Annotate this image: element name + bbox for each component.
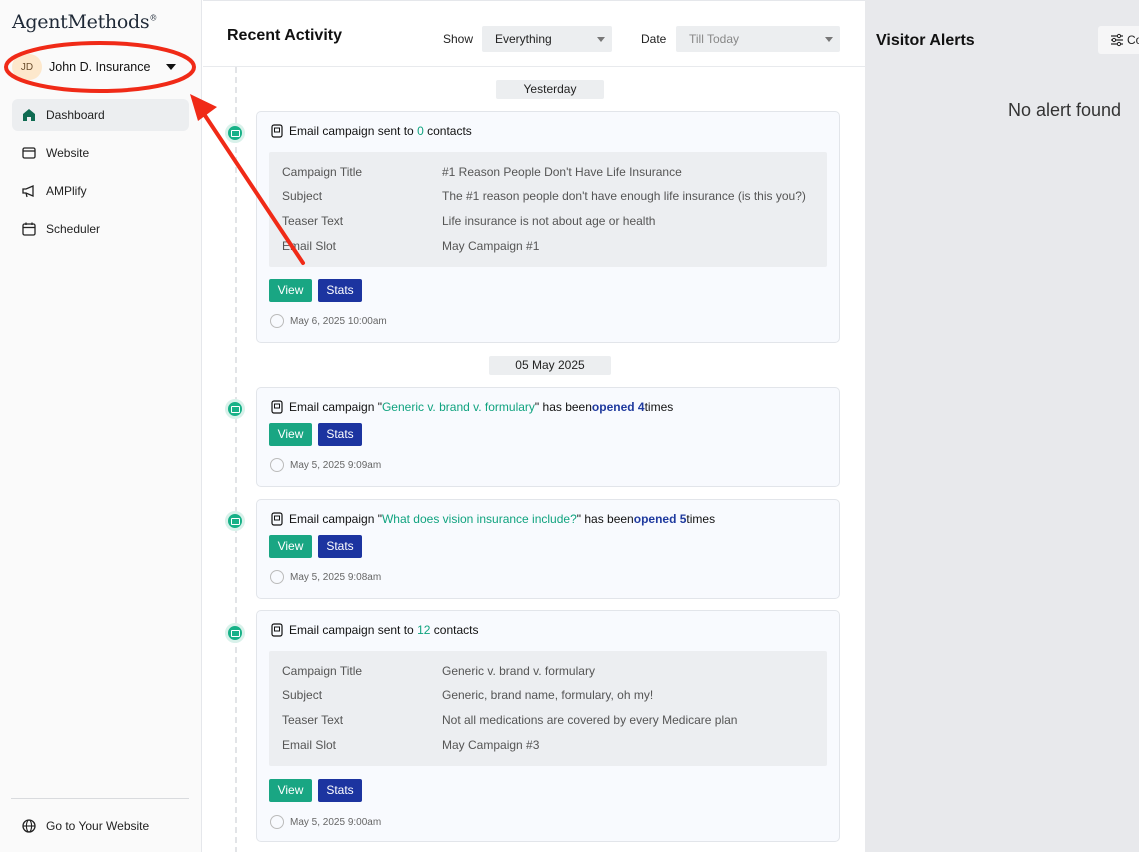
campaign-link[interactable]: What does vision insurance include? (382, 512, 577, 526)
activity-card: Email campaign sent to 0 contacts Campai… (256, 111, 840, 343)
phone-mail-icon (271, 623, 283, 637)
activity-card-title: Email campaign " Generic v. brand v. form… (271, 400, 673, 414)
sliders-icon (1111, 33, 1123, 47)
detail-row: Teaser Text Life insurance is not about a… (282, 214, 656, 228)
visitor-alerts-panel: Visitor Alerts Co No alert found (865, 0, 1139, 852)
visitor-alerts-title: Visitor Alerts (876, 32, 975, 49)
account-switcher[interactable]: JD John D. Insurance (12, 53, 190, 81)
page-title: Recent Activity (227, 27, 342, 44)
campaign-details: Campaign Title #1 Reason People Don't Hav… (269, 152, 827, 267)
date-filter-label: Date (641, 32, 667, 46)
clock-icon (270, 458, 284, 472)
stats-button[interactable]: Stats (318, 535, 362, 558)
chevron-down-icon (597, 37, 605, 42)
megaphone-icon (22, 185, 34, 198)
email-event-icon (225, 623, 245, 643)
stats-button[interactable]: Stats (318, 279, 362, 302)
logo-text: AgentMethods (12, 11, 150, 33)
logo-mark: ® (149, 13, 158, 23)
home-icon (23, 109, 35, 121)
detail-row: Email Slot May Campaign #3 (282, 738, 540, 752)
phone-mail-icon (271, 124, 283, 138)
sidebar-nav: Dashboard Website AMPlify Scheduler (12, 99, 189, 251)
sidebar-item-amplify[interactable]: AMPlify (12, 175, 189, 207)
sidebar: AgentMethods® JD John D. Insurance Dashb… (0, 0, 202, 852)
sidebar-item-dashboard[interactable]: Dashboard (12, 99, 189, 131)
sidebar-item-label: Scheduler (46, 222, 101, 236)
calendar-icon (22, 222, 36, 236)
go-to-website-link[interactable]: Go to Your Website (21, 818, 149, 834)
email-event-icon (225, 399, 245, 419)
caret-down-icon (166, 64, 177, 70)
email-event-icon (225, 511, 245, 531)
activity-card-title: Email campaign sent to 0 contacts (271, 124, 472, 138)
avatar: JD (12, 54, 42, 80)
date-group-chip: Yesterday (496, 80, 604, 99)
show-filter-label: Show (443, 32, 474, 46)
account-name: John D. Insurance (49, 60, 151, 74)
view-button[interactable]: View (269, 779, 312, 802)
stats-button[interactable]: Stats (318, 423, 362, 446)
activity-card: Email campaign " Generic v. brand v. form… (256, 387, 840, 487)
brand-logo[interactable]: AgentMethods® (12, 11, 157, 33)
activity-card-title: Email campaign " What does vision insuran… (271, 512, 715, 526)
sidebar-divider (11, 798, 189, 799)
open-count: opened 5 (633, 512, 687, 526)
date-filter-select[interactable]: Till Today (676, 26, 840, 52)
date-group-chip: 05 May 2025 (489, 356, 611, 375)
activity-card: Email campaign sent to 12 contacts Campa… (256, 610, 840, 842)
activity-card: Email campaign " What does vision insuran… (256, 499, 840, 599)
detail-row: Campaign Title #1 Reason People Don't Hav… (282, 165, 682, 179)
chevron-down-icon (825, 37, 833, 42)
config-label: Co (1127, 33, 1139, 47)
phone-mail-icon (271, 512, 283, 526)
campaign-link[interactable]: Generic v. brand v. formulary (382, 400, 535, 414)
date-filter-value: Till Today (689, 32, 740, 46)
activity-text-suffix: contacts (433, 623, 479, 637)
activity-text-prefix: Email campaign sent to (289, 124, 414, 138)
clock-icon (270, 570, 284, 584)
email-event-icon (225, 123, 245, 143)
activity-timestamp: May 6, 2025 10:00am (270, 314, 387, 328)
contact-count: 0 (417, 124, 424, 138)
go-to-website-label: Go to Your Website (46, 819, 150, 833)
sidebar-item-label: AMPlify (46, 184, 87, 198)
sidebar-item-label: Dashboard (46, 108, 105, 122)
view-button[interactable]: View (269, 423, 312, 446)
config-button[interactable]: Co (1098, 26, 1139, 54)
activity-timestamp: May 5, 2025 9:08am (270, 570, 381, 584)
detail-row: Campaign Title Generic v. brand v. formul… (282, 664, 595, 678)
contact-count: 12 (417, 623, 431, 637)
phone-mail-icon (271, 400, 283, 414)
app: AgentMethods® JD John D. Insurance Dashb… (0, 0, 1139, 852)
detail-row: Subject The #1 reason people don't have e… (282, 189, 806, 203)
view-button[interactable]: View (269, 535, 312, 558)
view-button[interactable]: View (269, 279, 312, 302)
activity-text-prefix: Email campaign sent to (289, 623, 414, 637)
globe-icon (22, 819, 36, 833)
clock-icon (270, 815, 284, 829)
timeline-line (235, 67, 237, 852)
detail-row: Email Slot May Campaign #1 (282, 239, 540, 253)
sidebar-item-label: Website (46, 146, 90, 160)
activity-card-title: Email campaign sent to 12 contacts (271, 623, 478, 637)
sidebar-item-website[interactable]: Website (12, 137, 189, 169)
activity-header: Recent Activity Show Everything Date Til… (203, 1, 865, 67)
activity-text-suffix: contacts (427, 124, 472, 138)
activity-timestamp: May 5, 2025 9:09am (270, 458, 381, 472)
recent-activity-panel: Recent Activity Show Everything Date Til… (203, 0, 865, 852)
stats-button[interactable]: Stats (318, 779, 362, 802)
show-filter-select[interactable]: Everything (482, 26, 612, 52)
activity-timestamp: May 5, 2025 9:00am (270, 815, 381, 829)
detail-row: Teaser Text Not all medications are cover… (282, 713, 738, 727)
clock-icon (270, 314, 284, 328)
campaign-details: Campaign Title Generic v. brand v. formul… (269, 651, 827, 766)
sidebar-item-scheduler[interactable]: Scheduler (12, 213, 189, 245)
detail-row: Subject Generic, brand name, formulary, o… (282, 688, 654, 702)
empty-alerts-message: No alert found (1008, 100, 1122, 120)
show-filter-value: Everything (495, 32, 552, 46)
browser-icon (22, 147, 36, 159)
open-count: opened 4 (591, 400, 645, 414)
